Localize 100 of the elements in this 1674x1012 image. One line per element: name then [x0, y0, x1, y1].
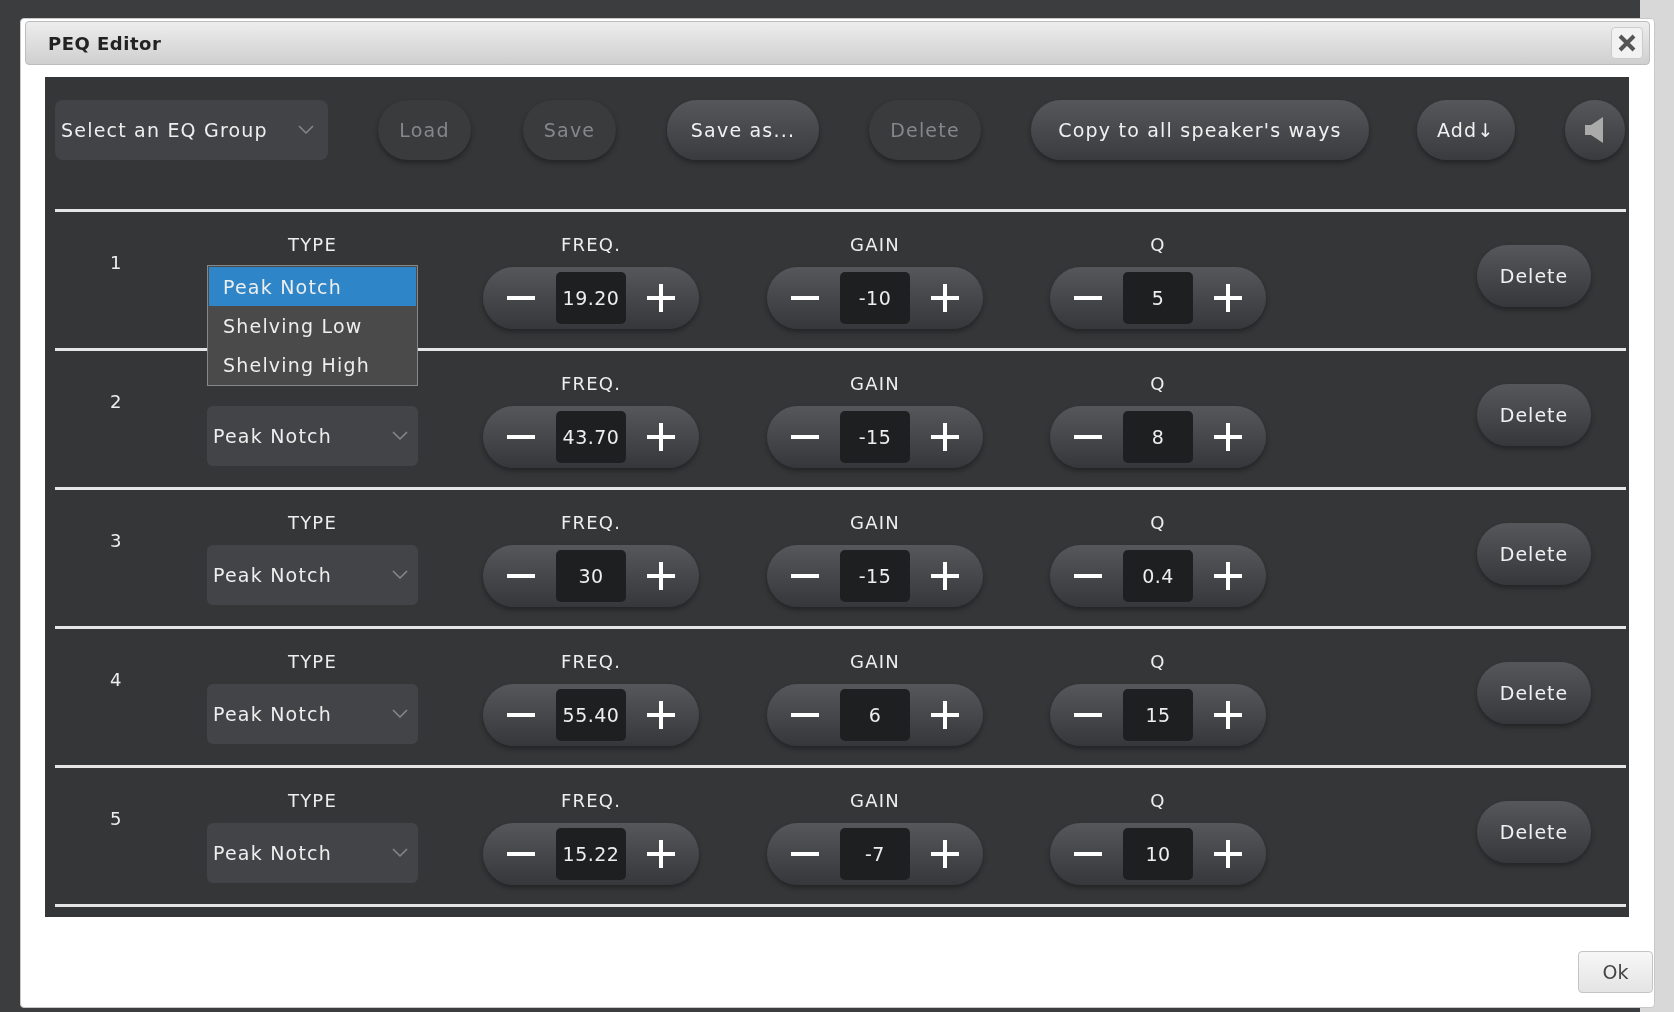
value-field[interactable]: -7 — [840, 828, 910, 880]
q-stepper[interactable]: 10 — [1050, 823, 1266, 885]
plus-icon — [1214, 840, 1242, 868]
column-label: Q — [1150, 234, 1166, 256]
q-stepper[interactable]: 0.4 — [1050, 545, 1266, 607]
minus-icon — [791, 435, 819, 439]
minus-icon — [507, 435, 535, 439]
plus-icon — [931, 284, 959, 312]
column-label: FREQ. — [560, 234, 622, 256]
plus-icon — [647, 284, 675, 312]
filter-number: 4 — [110, 669, 122, 690]
type-select[interactable]: Peak Notch — [207, 823, 418, 883]
menu-item[interactable]: Shelving Low — [209, 306, 416, 345]
filter-number: 2 — [110, 391, 122, 412]
filter-number: 5 — [110, 808, 122, 829]
value-field[interactable]: 55.40 — [556, 689, 626, 741]
plus-icon — [931, 840, 959, 868]
close-icon — [1618, 34, 1636, 52]
value-field[interactable]: -15 — [840, 550, 910, 602]
column-label: Q — [1150, 651, 1166, 673]
minus-icon — [507, 296, 535, 300]
value-field[interactable]: 19.20 — [556, 272, 626, 324]
q-stepper[interactable]: 5 — [1050, 267, 1266, 329]
group-select[interactable]: Select an EQ Group — [55, 100, 328, 160]
plus-icon — [1214, 701, 1242, 729]
type-select[interactable]: Peak Notch — [207, 406, 418, 466]
value-field[interactable]: -10 — [840, 272, 910, 324]
filter-number: 1 — [110, 252, 122, 273]
column-label: FREQ. — [560, 512, 622, 534]
frequency-stepper[interactable]: 30 — [483, 545, 699, 607]
gain-stepper[interactable]: -15 — [767, 406, 983, 468]
close-button[interactable] — [1611, 27, 1643, 59]
minus-icon — [507, 852, 535, 856]
column-label: Q — [1150, 790, 1166, 812]
filter-number: 3 — [110, 530, 122, 551]
minus-icon — [791, 713, 819, 717]
value-field[interactable]: 0.4 — [1123, 550, 1193, 602]
column-label: GAIN — [850, 790, 900, 812]
gain-stepper[interactable]: -7 — [767, 823, 983, 885]
frequency-stepper[interactable]: 43.70 — [483, 406, 699, 468]
type-select[interactable]: Peak Notch — [207, 684, 418, 744]
column-label: TYPE — [288, 651, 337, 673]
speaker-icon — [1584, 117, 1605, 143]
column-label: GAIN — [850, 512, 900, 534]
delete-button[interactable]: Delete — [1477, 801, 1591, 863]
column-label: FREQ. — [560, 790, 622, 812]
delete-button[interactable]: Delete — [1477, 523, 1591, 585]
plus-icon — [1214, 423, 1242, 451]
column-label: TYPE — [288, 234, 337, 256]
value-field[interactable]: 15 — [1123, 689, 1193, 741]
value-field[interactable]: -15 — [840, 411, 910, 463]
value-field[interactable]: 43.70 — [556, 411, 626, 463]
delete-button[interactable]: Delete — [1477, 384, 1591, 446]
chevron-icon — [392, 570, 408, 580]
plus-icon — [1214, 562, 1242, 590]
plus-icon — [931, 562, 959, 590]
value-field[interactable]: 8 — [1123, 411, 1193, 463]
column-label: FREQ. — [560, 373, 622, 395]
minus-icon — [1074, 574, 1102, 578]
menu-item[interactable]: Shelving High — [209, 345, 416, 384]
column-label: GAIN — [850, 651, 900, 673]
column-label: FREQ. — [560, 651, 622, 673]
type-select[interactable]: Peak Notch — [207, 545, 418, 605]
plus-icon — [1214, 284, 1242, 312]
plus-icon — [647, 701, 675, 729]
toolbar-button[interactable]: Copy to all speaker's ways — [1031, 100, 1369, 160]
chevron-icon — [298, 125, 314, 135]
gain-stepper[interactable]: -10 — [767, 267, 983, 329]
minus-icon — [791, 296, 819, 300]
gain-stepper[interactable]: 6 — [767, 684, 983, 746]
delete-button[interactable]: Delete — [1477, 245, 1591, 307]
frequency-stepper[interactable]: 15.22 — [483, 823, 699, 885]
plus-icon — [931, 701, 959, 729]
column-label: GAIN — [850, 373, 900, 395]
gain-stepper[interactable]: -15 — [767, 545, 983, 607]
minus-icon — [507, 713, 535, 717]
delete-button[interactable]: Delete — [1477, 662, 1591, 724]
chevron-icon — [392, 848, 408, 858]
q-stepper[interactable]: 8 — [1050, 406, 1266, 468]
column-label: Q — [1150, 373, 1166, 395]
column-label: Q — [1150, 512, 1166, 534]
ok-button[interactable]: Ok — [1578, 951, 1653, 993]
chevron-icon — [392, 709, 408, 719]
value-field[interactable]: 10 — [1123, 828, 1193, 880]
plus-icon — [647, 562, 675, 590]
frequency-stepper[interactable]: 55.40 — [483, 684, 699, 746]
plus-icon — [647, 423, 675, 451]
toolbar-button[interactable]: Add↓ — [1417, 100, 1515, 160]
value-field[interactable]: 30 — [556, 550, 626, 602]
column-label: TYPE — [288, 790, 337, 812]
column-label: TYPE — [288, 512, 337, 534]
chevron-icon — [392, 431, 408, 441]
toolbar-button[interactable]: Save as... — [667, 100, 819, 160]
value-field[interactable]: 15.22 — [556, 828, 626, 880]
value-field[interactable]: 5 — [1123, 272, 1193, 324]
frequency-stepper[interactable]: 19.20 — [483, 267, 699, 329]
q-stepper[interactable]: 15 — [1050, 684, 1266, 746]
plus-icon — [647, 840, 675, 868]
minus-icon — [1074, 852, 1102, 856]
value-field[interactable]: 6 — [840, 689, 910, 741]
